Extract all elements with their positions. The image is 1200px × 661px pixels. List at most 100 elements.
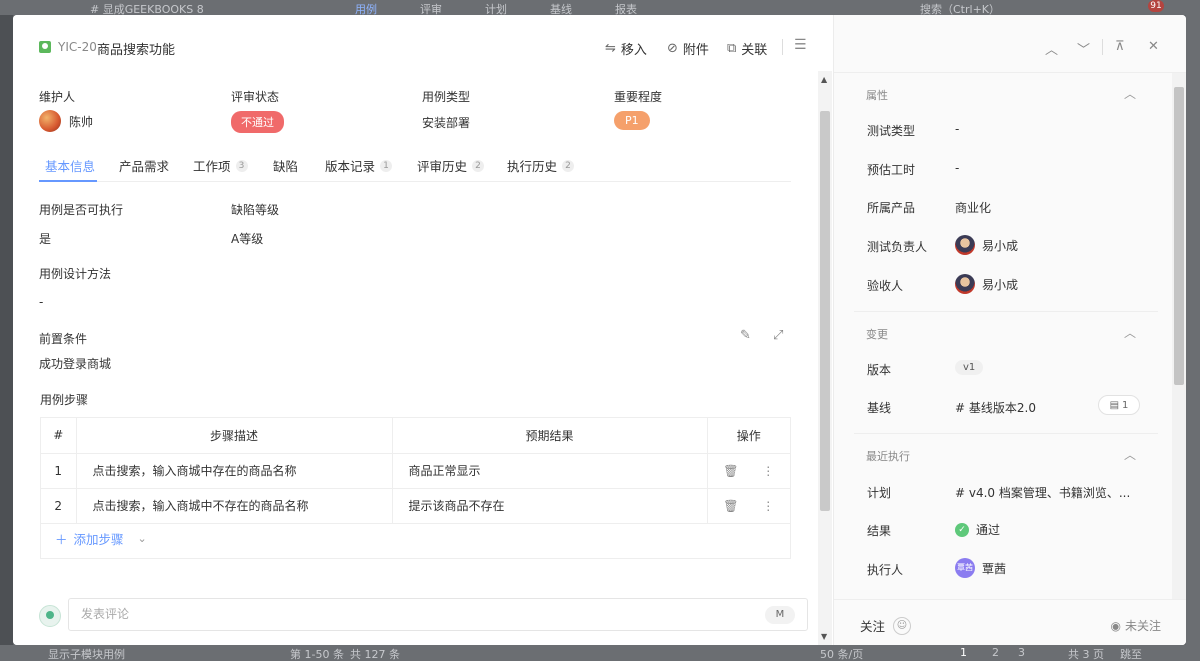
jump-label: 跳至 (1120, 648, 1142, 661)
chevron-down-icon[interactable]: ⌄ (138, 532, 147, 545)
maintainer-field[interactable]: 陈帅 (39, 110, 93, 132)
baseline-value[interactable]: # 基线版本2.0 (955, 399, 1036, 416)
product-value[interactable]: 商业化 (955, 199, 991, 216)
background-nav-item[interactable]: 用例 (355, 1, 377, 15)
page-button[interactable]: 1 (960, 646, 967, 659)
link-button[interactable]: ⧉ 关联 (727, 39, 767, 58)
baseline-docs-chip[interactable]: ▤ 1 (1098, 395, 1140, 415)
tab-review-history[interactable]: 评审历史 2 (417, 156, 485, 175)
move-in-button[interactable]: ⇋ 移入 (605, 39, 647, 58)
add-step-button[interactable]: ＋ 添加步骤 ⌄ (55, 529, 147, 548)
acceptor-name: 易小成 (982, 277, 1019, 292)
step-expected[interactable]: 商品正常显示 (392, 453, 708, 489)
work-item-title[interactable]: 商品搜索功能 (97, 39, 175, 58)
notification-badge: 91 (1148, 0, 1164, 12)
unfollow-status[interactable]: ◉ 未关注 (1111, 617, 1162, 634)
step-description[interactable]: 点击搜索，输入商城中不存在的商品名称 (76, 488, 393, 524)
step-description[interactable]: 点击搜索，输入商城中存在的商品名称 (76, 453, 393, 489)
executor-name: 覃茜 (982, 561, 1007, 576)
dialog-header: YIC-20 商品搜索功能 ⇋ 移入 ⊘ 附件 ⧉ 关联 ☰ (13, 15, 818, 71)
more-vertical-icon[interactable]: ⋮ (762, 499, 774, 513)
per-page-select[interactable]: 50 条/页 (820, 646, 863, 661)
version-field[interactable]: v1 (955, 360, 984, 375)
review-status-label: 评审状态 (231, 90, 280, 104)
precondition-value[interactable]: 成功登录商城 (39, 355, 111, 372)
chevron-up-icon[interactable]: ︿ (1124, 85, 1136, 102)
step-actions: 🗑 ⋮ (707, 488, 790, 524)
case-type-label: 用例类型 (422, 90, 471, 104)
scroll-up-icon[interactable]: ▲ (821, 75, 827, 84)
background-pagination: 显示子模块用例 第 1-50 条 共 127 条 50 条/页 1 2 3 共 … (0, 645, 1200, 661)
properties-scrollbar[interactable] (1172, 73, 1186, 599)
avatar (39, 605, 61, 627)
test-owner-name: 易小成 (982, 238, 1019, 253)
test-owner-field[interactable]: 易小成 (955, 235, 1018, 255)
comment-input-wrapper[interactable]: M (68, 598, 808, 631)
scroll-down-icon[interactable]: ▼ (821, 632, 827, 641)
background-search[interactable]: 搜索（Ctrl+K） (920, 1, 1000, 15)
trash-icon[interactable]: 🗑 (723, 464, 738, 478)
attachment-label: 附件 (682, 43, 709, 58)
acceptor-field[interactable]: 易小成 (955, 274, 1018, 294)
tab-version-history[interactable]: 版本记录 1 (325, 156, 393, 175)
comment-input[interactable] (81, 607, 681, 621)
user-icon[interactable]: ☺ (893, 616, 912, 635)
background-nav-item[interactable]: 计划 (485, 1, 507, 15)
background-right-edge (1186, 15, 1200, 645)
detail-tabs: 基本信息 产品需求 工作项 3 缺陷 版本记录 1 评审历史 2 执行历史 2 (39, 147, 791, 182)
background-nav-item[interactable]: 基线 (550, 1, 572, 15)
table-row[interactable]: 1 点击搜索，输入商城中存在的商品名称 商品正常显示 🗑 ⋮ (41, 453, 790, 489)
expand-icon[interactable]: ⤢ (773, 328, 783, 343)
design-method-value[interactable]: - (39, 295, 43, 309)
priority-label: 重要程度 (614, 90, 663, 104)
tab-work-items[interactable]: 工作项 3 (193, 156, 248, 175)
link-label: 关联 (741, 43, 768, 58)
tab-execution-history[interactable]: 执行历史 2 (507, 156, 575, 175)
follow-button[interactable]: 关注 ☺ (860, 616, 912, 635)
priority-field[interactable]: P1 (614, 111, 650, 130)
header-divider (782, 39, 783, 55)
background-nav-item[interactable]: 报表 (615, 1, 637, 15)
version-chip: v1 (955, 360, 984, 375)
tab-defects[interactable]: 缺陷 (273, 156, 298, 175)
case-type-value[interactable]: 安装部署 (422, 114, 470, 131)
result-label: 结果 (867, 524, 892, 538)
trash-icon[interactable]: 🗑 (723, 499, 738, 513)
step-expected[interactable]: 提示该商品不存在 (392, 488, 708, 524)
estimate-value[interactable]: - (955, 161, 959, 175)
more-vertical-icon[interactable]: ⋮ (762, 464, 774, 478)
close-icon[interactable]: ✕ (1148, 39, 1159, 54)
chevron-down-icon[interactable]: ﹀ (1077, 39, 1090, 58)
page-button[interactable]: 2 (992, 646, 999, 659)
step-number: 1 (41, 453, 77, 489)
attachment-button[interactable]: ⊘ 附件 (667, 39, 709, 58)
avatar: 覃茜 (955, 558, 975, 578)
review-status-field[interactable]: 不通过 (231, 111, 284, 133)
edit-icon[interactable]: ✎ (740, 328, 751, 343)
tab-product-requirements[interactable]: 产品需求 (119, 156, 169, 175)
chevron-up-icon[interactable]: ︿ (1124, 446, 1136, 463)
chevron-up-icon[interactable]: ︿ (1124, 324, 1136, 341)
executable-value[interactable]: 是 (39, 230, 51, 247)
unpin-icon[interactable]: ⊼ (1115, 39, 1125, 54)
list-menu-icon[interactable]: ☰ (794, 37, 807, 53)
chevron-up-icon[interactable]: ︿ (1045, 39, 1058, 58)
plan-value[interactable]: # v4.0 档案管理、书籍浏览、... (955, 484, 1130, 501)
tab-label: 缺陷 (273, 159, 299, 174)
defect-level-value[interactable]: A等级 (231, 230, 263, 247)
step-actions: 🗑 ⋮ (707, 453, 790, 489)
tab-count: 2 (562, 159, 575, 172)
page-button[interactable]: 3 (1018, 646, 1025, 659)
background-topbar: # 显成GEEKBOOKS 8 用例 评审 计划 基线 报表 搜索（Ctrl+K… (0, 0, 1200, 15)
executor-field[interactable]: 覃茜 覃茜 (955, 558, 1006, 578)
work-item-id[interactable]: YIC-20 (58, 40, 97, 54)
scrollbar-thumb[interactable] (820, 111, 830, 511)
scrollbar-thumb[interactable] (1174, 87, 1184, 385)
main-scrollbar[interactable]: ▲ ▼ (818, 71, 832, 645)
result-field[interactable]: ✓ 通过 (955, 521, 1000, 538)
tab-basic-info[interactable]: 基本信息 (45, 156, 95, 175)
table-row[interactable]: 2 点击搜索，输入商城中不存在的商品名称 提示该商品不存在 🗑 ⋮ (41, 488, 790, 524)
test-type-value[interactable]: - (955, 122, 959, 136)
background-nav-item[interactable]: 评审 (420, 1, 442, 15)
status-badge: 不通过 (231, 111, 284, 133)
